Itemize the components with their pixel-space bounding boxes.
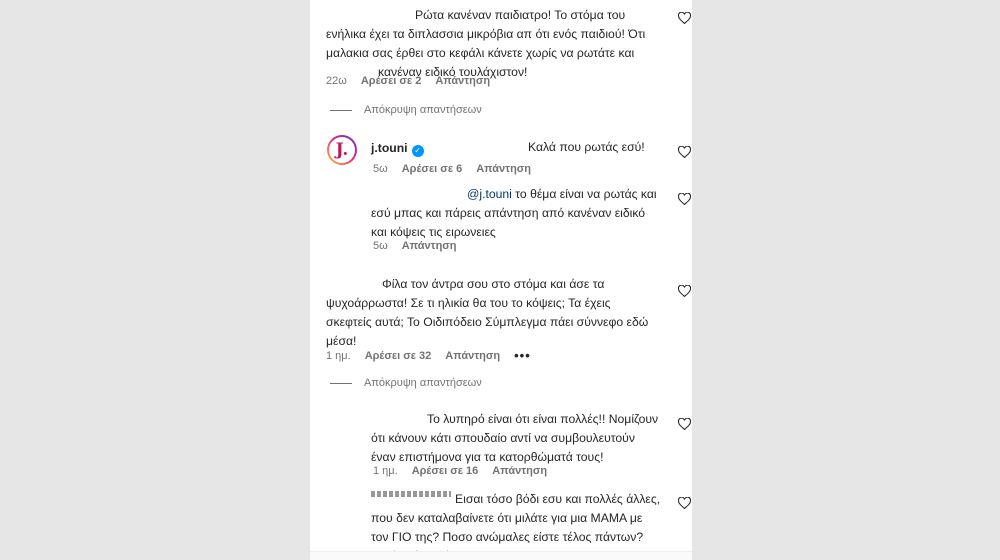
- reply-button[interactable]: Απάντηση: [445, 350, 500, 362]
- reply-header: j.touni ✓: [371, 139, 424, 157]
- more-options-icon[interactable]: •••: [514, 348, 531, 363]
- username-cut: [371, 491, 451, 497]
- comment-time: 1 ημ.: [373, 465, 398, 477]
- comment-time: 5ω: [373, 240, 388, 252]
- comment-text-cont: ενήλικα έχει τα διπλασσια μικρόβια απ ότ…: [326, 27, 646, 79]
- reply-button[interactable]: Απάντηση: [492, 465, 547, 477]
- comment-text-cont: εσύ μπας και πάρεις απάντηση από κανέναν…: [371, 206, 646, 239]
- like-heart-icon[interactable]: [678, 497, 691, 509]
- avatar[interactable]: J.: [327, 135, 357, 165]
- comment-meta: 1 ημ. Αρέσει σε 16 Απάντηση: [373, 465, 561, 477]
- bottom-bar: [310, 551, 692, 560]
- hide-replies-button[interactable]: Απόκρυψη απαντήσεων: [330, 104, 482, 116]
- comment-text: Το λυπηρό είναι ότι είναι πολλές!! Νομίζ…: [427, 412, 659, 426]
- likes-count[interactable]: Αρέσει σε 16: [412, 465, 479, 477]
- comment-meta: 22ω Αρέσει σε 2 Απάντηση: [326, 75, 504, 87]
- comment-time: 5ω: [373, 163, 388, 175]
- like-heart-icon[interactable]: [678, 418, 691, 430]
- comment-meta: 5ω Απάντηση: [373, 240, 471, 252]
- reply-button[interactable]: Απάντηση: [435, 75, 490, 87]
- comment-time: 22ω: [326, 75, 347, 87]
- comment-meta: 5ω Αρέσει σε 6 Απάντηση: [373, 163, 545, 175]
- username[interactable]: j.touni: [371, 141, 408, 155]
- comment-text-cont: ότι κάνουν κάτι σπουδαίο αντί να συμβουλ…: [371, 431, 635, 464]
- reply-button[interactable]: Απάντηση: [402, 240, 457, 252]
- like-heart-icon[interactable]: [678, 146, 691, 158]
- hide-replies-button[interactable]: Απόκρυψη απαντήσεων: [330, 377, 482, 389]
- divider-line: [330, 382, 352, 384]
- like-heart-icon[interactable]: [678, 193, 691, 205]
- comment-text: @j.touni το θέμα είναι να ρωτάς και: [467, 187, 657, 201]
- likes-count[interactable]: Αρέσει σε 32: [365, 350, 432, 362]
- likes-count[interactable]: Αρέσει σε 6: [402, 163, 463, 175]
- like-heart-icon[interactable]: [678, 12, 691, 24]
- comment-text-cont: ψυχοάρρωστα! Σε τι ηλικία θα του το κόψε…: [326, 296, 649, 348]
- comment-text: Ρώτα κανέναν παιδιατρο! Το στόμα του: [415, 8, 626, 22]
- comment-time: 1 ημ.: [326, 349, 351, 362]
- mention-link[interactable]: @j.touni: [467, 187, 512, 201]
- like-heart-icon[interactable]: [678, 285, 691, 297]
- comment-meta: 1 ημ. Αρέσει σε 32 Απάντηση •••: [326, 348, 545, 363]
- avatar-letter: J.: [335, 140, 349, 160]
- comment-text: Εισαι τόσο βόδι εσυ και πολλές άλλες,: [455, 492, 661, 506]
- divider-line: [330, 109, 352, 111]
- likes-count[interactable]: Αρέσει σε 2: [361, 75, 422, 87]
- comment-text: Καλά που ρωτάς εσύ!: [528, 140, 645, 154]
- verified-badge-icon: ✓: [411, 145, 424, 157]
- reply-button[interactable]: Απάντηση: [476, 163, 531, 175]
- comment-text: Φίλα τον άντρα σου στο στόμα και άσε τα: [382, 277, 605, 291]
- comments-panel: Ρώτα κανέναν παιδιατρο! Το στόμα του ενή…: [310, 0, 692, 560]
